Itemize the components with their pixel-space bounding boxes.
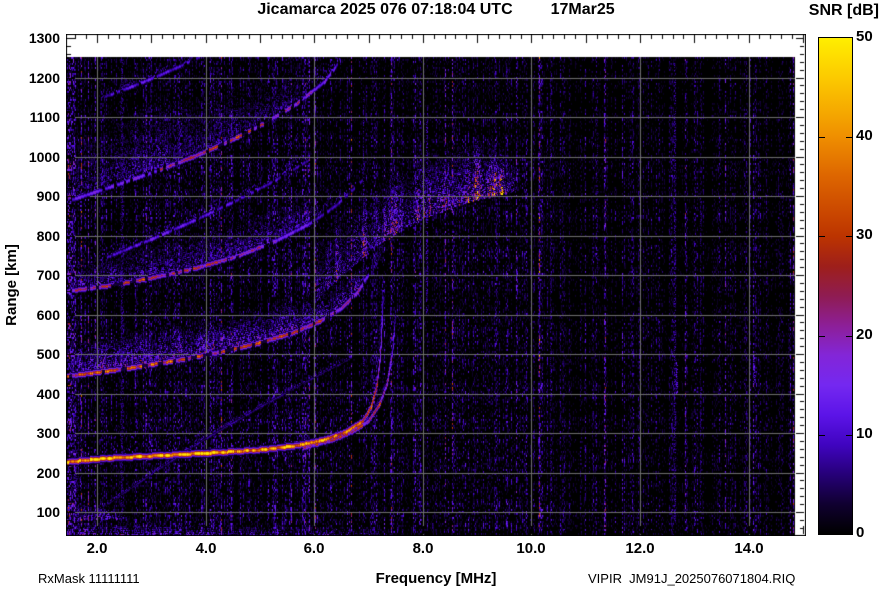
x-tick-label: 10.0: [516, 540, 546, 557]
colorbar-tick-label: 50: [856, 28, 873, 45]
x-tick-label: 6.0: [303, 540, 325, 557]
colorbar-inner-tick: [819, 137, 825, 138]
colorbar-inner-tick: [846, 236, 852, 237]
colorbar-title: SNR [dB]: [808, 2, 879, 19]
y-tick-label: 100: [36, 504, 60, 520]
colorbar-tick-label: 40: [856, 127, 873, 145]
snr-colorbar: [818, 37, 853, 535]
colorbar-inner-tick: [846, 336, 852, 337]
y-tick-label: 1100: [29, 109, 60, 125]
y-tick-label: 1200: [28, 70, 60, 86]
y-tick-label: 300: [36, 425, 60, 441]
y-tick-label: 800: [36, 228, 60, 244]
colorbar-inner-tick: [819, 236, 825, 237]
colorbar-inner-tick: [846, 137, 852, 138]
y-tick-label: 1300: [28, 30, 60, 46]
y-tick-label: 200: [36, 465, 60, 481]
y-tick-label: 1000: [28, 149, 60, 165]
ionogram-heatmap-canvas: [66, 34, 806, 536]
y-tick-label: 500: [36, 346, 60, 362]
observation-title: Jicamarca 2025 076 07:18:04 UTC: [257, 1, 513, 18]
x-tick-label: 4.0: [195, 540, 217, 557]
y-tick-label: 400: [36, 386, 60, 402]
colorbar-inner-tick: [819, 336, 825, 337]
x-tick-label: 12.0: [625, 540, 655, 557]
plot-header: Jicamarca 2025 076 07:18:04 UTC 17Mar25: [66, 1, 806, 19]
colorbar-inner-tick: [846, 435, 852, 436]
x-tick-label: 2.0: [86, 540, 108, 557]
colorbar-tick-label: 20: [856, 325, 873, 343]
x-tick-label: 8.0: [412, 540, 434, 557]
ionogram-page: Jicamarca 2025 076 07:18:04 UTC 17Mar25 …: [0, 0, 884, 595]
rx-mask-text: RxMask 11111111: [38, 571, 140, 586]
observation-date: 17Mar25: [550, 1, 615, 18]
x-tick-label: 14.0: [734, 540, 764, 557]
y-tick-label: 900: [36, 188, 60, 204]
colorbar-tick-label: 10: [856, 424, 873, 442]
y-tick-label: 600: [36, 307, 60, 323]
colorbar-tick-label: 30: [856, 226, 873, 244]
colorbar-tick-label: 0: [856, 524, 865, 541]
instrument-file-text: VIPIR JM91J_2025076071804.RIQ: [588, 571, 796, 586]
colorbar-inner-tick: [819, 435, 825, 436]
y-tick-label: 700: [36, 267, 60, 283]
